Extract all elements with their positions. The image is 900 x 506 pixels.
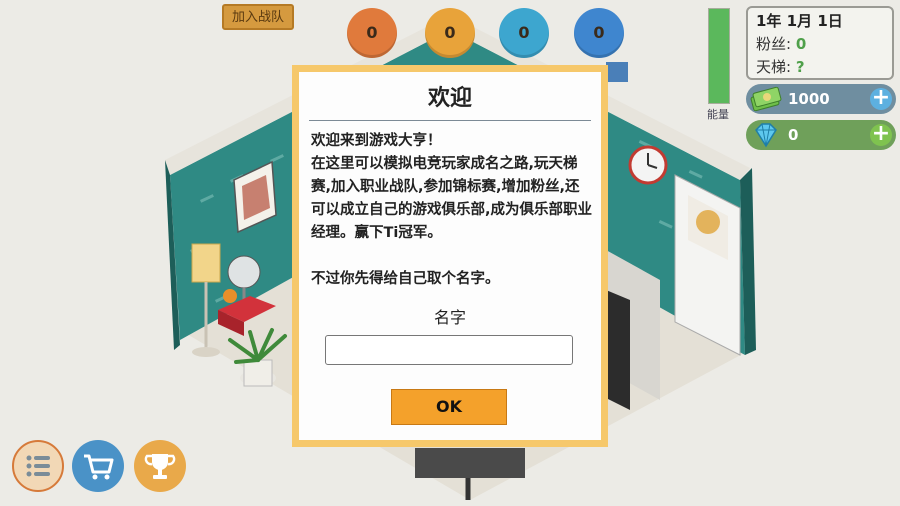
gems-value: 0 [788,126,799,144]
stat-circle-3[interactable]: 0 [499,8,549,58]
info-panel: 1年 1月 1日 粉丝: 0 天梯: ? [746,6,894,80]
cash-bar: 1000 + [746,84,896,114]
dialog-panel: 欢迎 欢迎来到游戏大亨！ 在这里可以模拟电竞玩家成名之路,玩天梯赛,加入职业战队… [299,72,601,440]
energy-label: 能量 [707,108,729,121]
stat-circle-2[interactable]: 0 [425,8,475,58]
dialog-title: 欢迎 [427,86,472,111]
fans-row: 粉丝: 0 [756,33,884,56]
shop-button[interactable] [72,440,124,492]
trophy-icon [144,454,176,479]
stat-circle-4[interactable]: 0 [574,8,624,58]
trophy-button[interactable] [134,440,186,492]
energy-fill [709,9,729,103]
fans-value: 0 [795,35,807,53]
add-gems-button[interactable]: + [870,123,892,146]
fans-label: 粉丝: [756,35,792,53]
ladder-row: 天梯: ? [756,56,884,79]
diamond-icon [755,123,777,148]
cash-value: 1000 [788,90,830,108]
cash-stack-icon [750,86,782,112]
name-input[interactable] [325,335,573,365]
list-icon [26,455,50,477]
name-label: 名字 [433,308,466,327]
ladder-label: 天梯: [756,58,792,76]
ladder-value: ? [795,58,805,76]
dialog-divider [309,120,591,121]
menu-list-button[interactable] [12,440,64,492]
stat-circle-1[interactable]: 0 [347,8,397,58]
join-team-button[interactable]: 加入战队 [222,4,294,30]
cart-icon [84,454,114,480]
ok-button[interactable]: OK [391,389,507,425]
dialog-message: 欢迎来到游戏大亨！ 在这里可以模拟电竞玩家成名之路,玩天梯赛,加入职业战队,参加… [311,133,593,287]
hidden-tab [606,62,628,82]
welcome-dialog: 欢迎 欢迎来到游戏大亨！ 在这里可以模拟电竞玩家成名之路,玩天梯赛,加入职业战队… [292,65,608,447]
gems-bar: 0 + [746,120,896,150]
game-date: 1年 1月 1日 [756,12,843,30]
add-cash-button[interactable]: + [870,87,892,110]
energy-bar [708,8,730,104]
